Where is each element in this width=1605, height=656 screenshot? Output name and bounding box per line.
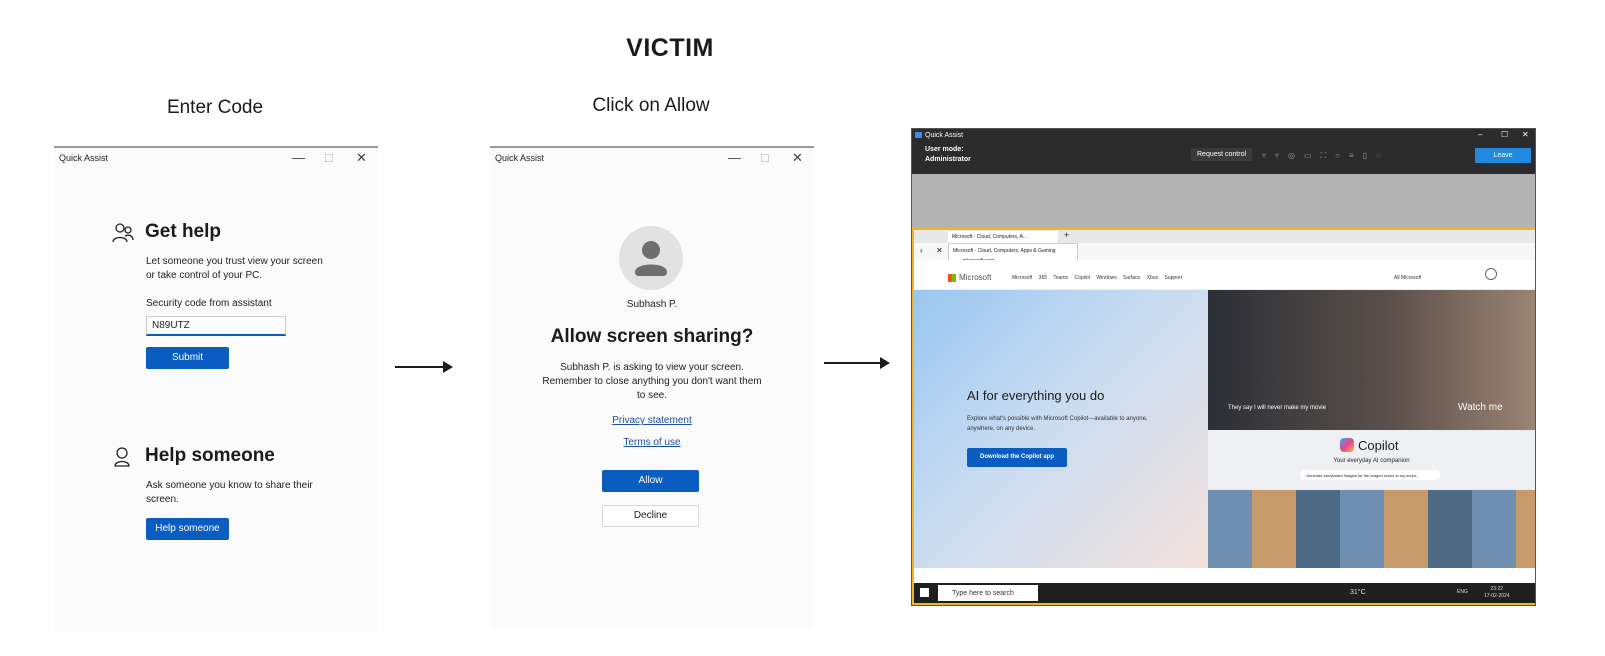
hero-panel: AI for everything you do Explore what's … — [914, 290, 1208, 568]
quick-assist-logo-icon — [915, 132, 922, 138]
maximize-icon[interactable]: ☐ — [760, 152, 770, 165]
people-icon — [112, 223, 134, 243]
microsoft-nav: Microsoft Microsoft 365 Teams Copilot Wi… — [914, 260, 1535, 290]
person-help-icon — [114, 447, 130, 467]
microsoft-brand: Microsoft — [959, 273, 992, 282]
requester-name: Subhash P. — [626, 299, 678, 310]
microsoft-logo-icon — [948, 274, 956, 282]
copilot-prompt: Generate storyboard images for the drago… — [1300, 470, 1440, 480]
windows-taskbar: Type here to search 31°C ENG 23:22 17-02… — [914, 583, 1535, 603]
decline-button[interactable]: Decline — [602, 505, 699, 527]
minimize-icon[interactable]: — — [728, 150, 741, 165]
new-tab-icon[interactable]: + — [1064, 230, 1069, 240]
watch-me-link[interactable]: Watch me — [1458, 402, 1503, 413]
clock-time: 23:22 — [1490, 586, 1504, 592]
download-copilot-button[interactable]: Download the Copilot app — [967, 448, 1067, 467]
nav-item[interactable]: Windows — [1096, 275, 1116, 281]
step-label-click-allow: Click on Allow — [592, 95, 710, 116]
get-help-description: Let someone you trust view your screen o… — [146, 256, 323, 281]
nav-item[interactable]: Teams — [1053, 275, 1068, 281]
security-code-label: Security code from assistant — [146, 298, 272, 309]
weather-temp: 31°C — [1350, 589, 1366, 596]
leave-button[interactable]: Leave — [1475, 148, 1531, 163]
nav-item[interactable]: Support — [1165, 275, 1183, 281]
language-indicator: ENG — [1457, 589, 1468, 595]
video-panel[interactable]: They say I will never make my movie Watc… — [1208, 290, 1535, 430]
copilot-logo-icon — [1340, 438, 1354, 452]
window-title: Quick Assist — [59, 153, 109, 163]
clock-date: 17-02-2024 — [1484, 593, 1510, 599]
arrow-right-icon — [395, 361, 453, 373]
close-icon[interactable]: ✕ — [792, 150, 803, 166]
hero-text: Explore what's possible with Microsoft C… — [967, 416, 1148, 432]
stop-icon[interactable]: ✕ — [936, 246, 943, 255]
close-icon[interactable]: ✕ — [356, 150, 367, 166]
step-label-enter-code: Enter Code — [166, 97, 264, 118]
security-code-input[interactable]: N89UTZ — [146, 316, 286, 336]
video-caption: They say I will never make my movie — [1228, 405, 1327, 411]
nav-item[interactable]: Copilot — [1074, 275, 1090, 281]
back-icon[interactable]: ‹ — [920, 246, 923, 255]
help-someone-heading: Help someone — [145, 445, 275, 466]
minimize-icon[interactable]: – — [1478, 130, 1482, 139]
copilot-tagline: Your everyday AI companion — [1333, 458, 1410, 464]
allow-button[interactable]: Allow — [602, 470, 699, 492]
copilot-panel: Copilot Your everyday AI companion Gener… — [1208, 430, 1535, 568]
user-mode-value: Administrator — [925, 156, 971, 163]
nav-item[interactable]: Microsoft 365 — [1012, 275, 1047, 281]
taskbar-search[interactable]: Type here to search — [938, 585, 1038, 601]
quick-assist-session-screenshot: Quick Assist – ☐ ✕ User mode: Administra… — [911, 128, 1536, 606]
privacy-statement-link[interactable]: Privacy statement — [490, 415, 814, 426]
remote-screen[interactable]: Microsoft - Cloud, Computers, A... + ‹ ✕… — [912, 228, 1535, 605]
maximize-icon[interactable]: ☐ — [324, 152, 334, 165]
avatar — [619, 226, 683, 290]
browser-tab-bar: Microsoft - Cloud, Computers, A... + — [914, 230, 1535, 243]
help-someone-button[interactable]: Help someone — [146, 518, 229, 540]
nav-links[interactable]: Microsoft 365 Teams Copilot Windows Surf… — [1012, 275, 1182, 281]
maximize-icon[interactable]: ☐ — [1501, 130, 1508, 139]
window-title: Quick Assist — [495, 153, 545, 163]
session-toolbar: Quick Assist – ☐ ✕ User mode: Administra… — [912, 129, 1535, 174]
help-someone-description: Ask someone you know to share their scre… — [146, 480, 313, 505]
dragon-images — [1208, 490, 1535, 568]
minimize-icon[interactable]: — — [292, 150, 305, 165]
user-mode-label: User mode: — [925, 146, 964, 153]
quick-assist-window-get-help: Quick Assist — ☐ ✕ Get help Let someone … — [54, 146, 378, 631]
request-control-button[interactable]: Request control — [1191, 148, 1253, 161]
page-title: VICTIM — [626, 34, 714, 62]
quick-assist-window-allow: Quick Assist — ☐ ✕ Subhash P. Allow scre… — [490, 146, 814, 628]
browser-tab[interactable]: Microsoft - Cloud, Computers, A... — [948, 231, 1058, 243]
terms-of-use-link[interactable]: Terms of use — [490, 437, 814, 448]
allow-heading: Allow screen sharing? — [550, 326, 754, 347]
close-icon[interactable]: ✕ — [1522, 130, 1529, 139]
nav-item[interactable]: Surface — [1123, 275, 1140, 281]
all-microsoft-menu[interactable]: All Microsoft — [1394, 275, 1421, 281]
copilot-brand: Copilot — [1358, 438, 1399, 453]
nav-item[interactable]: Xbox — [1147, 275, 1158, 281]
arrow-right-icon — [824, 357, 890, 369]
tooltip-title: Microsoft - Cloud, Computers, Apps & Gam… — [953, 248, 1056, 254]
session-tools-icon[interactable]: ▿▿◎▭⛶○≡▯◌ — [1262, 151, 1462, 161]
windows-start-icon[interactable] — [920, 588, 929, 597]
hero-heading: AI for everything you do — [967, 388, 1105, 403]
clock: 23:22 17-02-2024 — [1484, 586, 1510, 600]
session-app-title: Quick Assist — [925, 132, 964, 139]
get-help-heading: Get help — [145, 221, 222, 242]
submit-button[interactable]: Submit — [146, 347, 229, 369]
account-icon[interactable] — [1485, 268, 1497, 280]
allow-message: Subhash P. is asking to view your screen… — [542, 362, 762, 401]
